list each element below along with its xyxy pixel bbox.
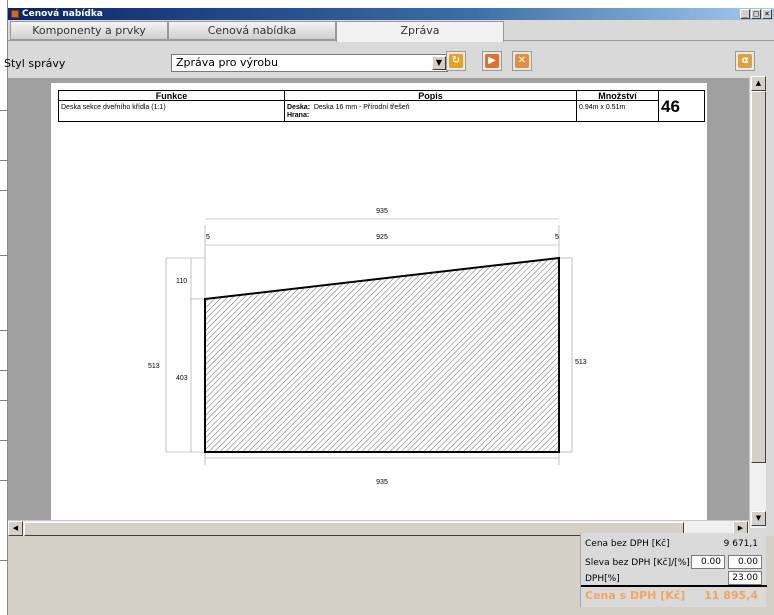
background-window-strip: [0, 0, 774, 8]
total-divider: [581, 585, 767, 587]
tab-zprava[interactable]: Zpráva: [336, 21, 504, 42]
scroll-down-icon[interactable]: ▼: [751, 511, 766, 526]
dim-bottom-total: 935: [376, 479, 388, 486]
price-summary: Cena bez DPH [Kč] 9 671,1 Sleva bez DPH …: [580, 533, 767, 607]
vat-label: DPH[%]: [585, 574, 620, 584]
title-bar[interactable]: Cenová nabídka _ □ ×: [8, 8, 774, 20]
scroll-left-icon[interactable]: ◀: [8, 521, 23, 536]
vat-input[interactable]: 23.00: [728, 571, 762, 585]
maximize-button[interactable]: □: [751, 9, 761, 19]
dim-top-total: 935: [376, 208, 388, 215]
report-style-value: Zpráva pro výrobu: [176, 56, 279, 69]
help-button[interactable]: α: [735, 51, 755, 71]
dim-top-right: 5: [555, 234, 559, 241]
refresh-icon: ↻: [449, 54, 463, 68]
price-with-vat-value: 11 895,4: [704, 589, 758, 602]
price-with-vat-label: Cena s DPH [Kč]: [585, 589, 686, 602]
vertical-scrollbar[interactable]: ▲ ▼: [749, 76, 766, 528]
close-button[interactable]: ×: [762, 9, 772, 19]
report-style-label: Styl správy: [4, 57, 66, 70]
dim-right-total: 513: [575, 359, 587, 366]
price-without-vat-label: Cena bez DPH [Kč]: [585, 539, 670, 549]
export-image-button[interactable]: ✕: [512, 51, 532, 71]
discount-pct-input[interactable]: 0.00: [728, 555, 762, 569]
tab-cenova-nabidka[interactable]: Cenová nabídka: [168, 21, 336, 40]
background-window-edge: [0, 0, 8, 615]
dim-left-upper: 110: [176, 278, 187, 285]
app-icon: [11, 10, 19, 18]
panel-shape: [204, 256, 560, 453]
tab-komponenty[interactable]: Komponenty a prvky: [10, 21, 168, 40]
dim-top-left: 5: [206, 234, 210, 241]
dim-left-lower: 403: [176, 375, 188, 382]
export-pdf-icon: ▶: [485, 54, 499, 68]
refresh-button[interactable]: ↻: [446, 51, 466, 71]
window-title: Cenová nabídka: [22, 9, 103, 19]
quote-window: Cenová nabídka _ □ × Komponenty a prvky …: [4, 8, 774, 615]
minimize-button[interactable]: _: [740, 9, 750, 19]
export-image-icon: ✕: [515, 54, 529, 68]
scroll-up-icon[interactable]: ▲: [751, 76, 766, 91]
dim-left-total: 513: [148, 363, 160, 370]
discount-label: Sleva bez DPH [Kč]/[%]: [585, 558, 690, 568]
help-icon: α: [738, 54, 752, 68]
export-pdf-button[interactable]: ▶: [482, 51, 502, 71]
panel-drawing: 935 5 925 5 513 110 403 513 935: [148, 208, 587, 486]
scroll-thumb[interactable]: [751, 91, 766, 463]
tab-bar: Komponenty a prvky Cenová nabídka Zpráva: [8, 20, 774, 44]
price-without-vat-value: 9 671,1: [723, 539, 758, 549]
report-style-select[interactable]: Zpráva pro výrobu ▼: [171, 54, 448, 72]
chevron-down-icon[interactable]: ▼: [432, 56, 446, 70]
dim-top-middle: 925: [376, 234, 388, 241]
discount-kc-input[interactable]: 0.00: [691, 555, 725, 569]
